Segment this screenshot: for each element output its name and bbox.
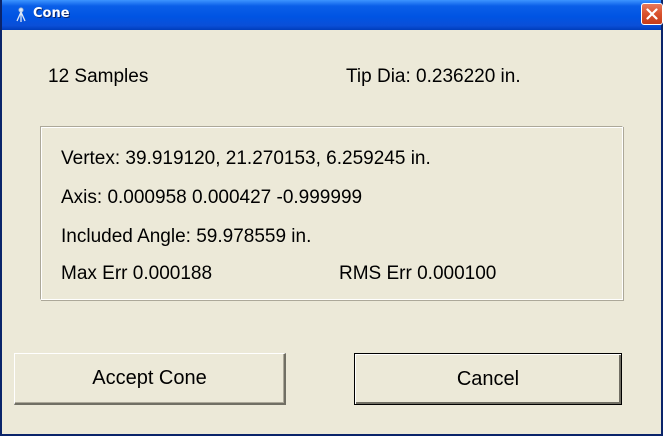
window-title: Cone bbox=[33, 6, 70, 21]
close-icon bbox=[646, 8, 658, 20]
rms-error-label: RMS Err 0.000100 bbox=[339, 263, 497, 284]
accept-cone-button[interactable]: Accept Cone bbox=[14, 353, 286, 405]
cone-app-icon bbox=[12, 6, 30, 24]
tip-diameter-label: Tip Dia: 0.236220 in. bbox=[346, 66, 521, 87]
max-error-label: Max Err 0.000188 bbox=[61, 263, 213, 284]
close-button[interactable] bbox=[641, 3, 663, 25]
axis-label: Axis: 0.000958 0.000427 -0.999999 bbox=[61, 187, 363, 208]
included-angle-label: Included Angle: 59.978559 in. bbox=[61, 226, 312, 247]
vertex-label: Vertex: 39.919120, 21.270153, 6.259245 i… bbox=[61, 148, 431, 169]
cancel-button[interactable]: Cancel bbox=[354, 353, 622, 405]
title-bar[interactable]: Cone bbox=[2, 0, 663, 30]
cone-dialog: Cone 12 Samples Tip Dia: 0.236220 in. Ve… bbox=[0, 0, 663, 436]
samples-count-label: 12 Samples bbox=[48, 66, 149, 87]
